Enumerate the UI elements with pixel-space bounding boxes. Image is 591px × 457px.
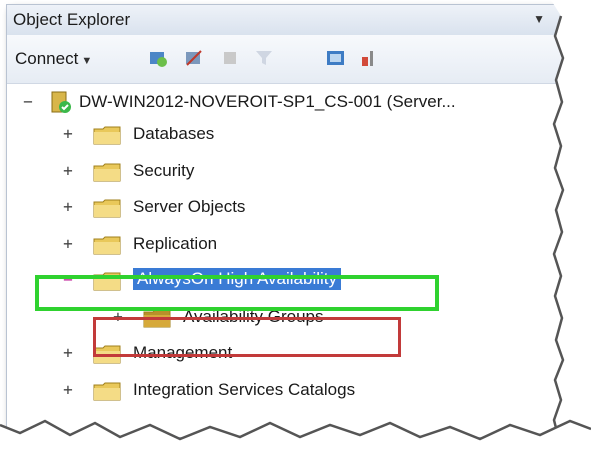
filter-icon[interactable] bbox=[253, 47, 275, 69]
tree-node-label: Databases bbox=[133, 124, 215, 143]
activity-monitor-icon[interactable] bbox=[359, 47, 381, 69]
torn-edge-bottom bbox=[0, 419, 591, 457]
collapse-icon[interactable]: − bbox=[21, 94, 35, 110]
expand-icon[interactable]: + bbox=[61, 235, 75, 251]
chevron-down-icon[interactable]: ▼ bbox=[81, 55, 92, 67]
window-position-dropdown[interactable]: ▼ bbox=[533, 12, 545, 26]
object-tree: − DW-WIN2012-NOVEROIT-SP1_CS-001 (Server… bbox=[7, 85, 579, 437]
connect-label: Connect bbox=[15, 49, 79, 68]
stop-icon[interactable] bbox=[219, 47, 241, 69]
expand-icon[interactable]: + bbox=[61, 199, 75, 215]
folder-icon bbox=[93, 236, 121, 254]
title-bar: Object Explorer ▼ bbox=[7, 5, 579, 36]
tree-node-label: Security bbox=[133, 160, 195, 180]
tree-root-node[interactable]: − DW-WIN2012-NOVEROIT-SP1_CS-001 (Server… bbox=[7, 87, 577, 117]
expand-icon[interactable]: + bbox=[61, 381, 75, 397]
panel-title: Object Explorer bbox=[13, 10, 131, 29]
tree-node[interactable]: + Replication bbox=[7, 229, 567, 259]
disconnect-icon[interactable] bbox=[183, 47, 205, 69]
connect-button[interactable]: Connect ▼ bbox=[15, 49, 92, 69]
folder-icon bbox=[93, 382, 121, 400]
highlight-box-green bbox=[35, 275, 439, 311]
expand-icon[interactable]: + bbox=[61, 162, 75, 178]
folder-icon bbox=[93, 163, 121, 181]
tree-node[interactable]: + Integration Services Catalogs bbox=[7, 375, 567, 405]
folder-icon bbox=[93, 126, 121, 145]
server-icon bbox=[51, 91, 71, 113]
server-name-label: DW-WIN2012-NOVEROIT-SP1_CS-001 (Server..… bbox=[79, 92, 456, 111]
tree-node[interactable]: + Security bbox=[7, 156, 567, 186]
folder-icon bbox=[93, 199, 121, 218]
refresh-icon[interactable] bbox=[325, 47, 347, 69]
tree-node-label: Replication bbox=[133, 233, 218, 253]
highlight-box-red bbox=[93, 317, 401, 357]
torn-edge-right bbox=[551, 0, 591, 457]
tree-node[interactable]: + Server Objects bbox=[7, 192, 567, 222]
tree-node-label: Server Objects bbox=[133, 197, 246, 216]
tree-node-label: Integration Services Catalogs bbox=[133, 379, 356, 399]
connect-object-explorer-icon[interactable] bbox=[147, 47, 169, 69]
object-explorer-panel: Object Explorer ▼ Connect ▼ − DW-WIN2012… bbox=[6, 4, 580, 438]
tree-node[interactable]: + Databases bbox=[7, 119, 567, 149]
expand-icon[interactable]: + bbox=[61, 345, 75, 361]
toolbar: Connect ▼ bbox=[7, 35, 579, 84]
expand-icon[interactable]: + bbox=[61, 126, 75, 142]
